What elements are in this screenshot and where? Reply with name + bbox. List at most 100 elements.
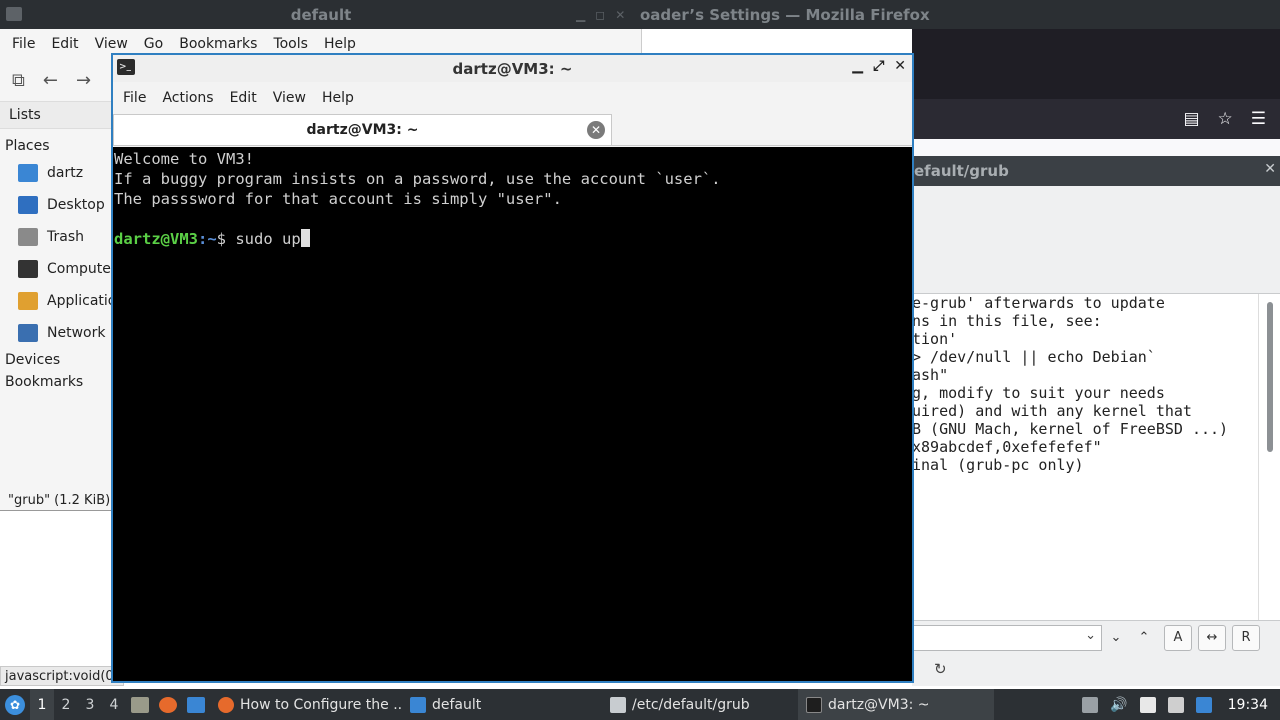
regex-icon[interactable]: R: [1232, 624, 1260, 651]
task-label: /etc/default/grub: [632, 696, 750, 713]
editor-titlebar[interactable]: efault/grub ✕: [912, 156, 1280, 186]
file-manager-titlebar[interactable]: default: [0, 0, 642, 29]
editor-line: inal (grub-pc only): [912, 456, 1084, 474]
new-window-icon[interactable]: ⧉: [12, 70, 25, 91]
system-tray: 🔊 19:34: [1082, 696, 1280, 713]
terminal-window[interactable]: >_ dartz@VM3: ~ ▁ ⤢ ✕ File Actions Edit …: [111, 53, 914, 683]
place-label: Compute: [47, 261, 111, 277]
terminal-icon[interactable]: >_: [117, 59, 135, 75]
trash-icon: [18, 228, 38, 246]
fm-menu-help[interactable]: Help: [316, 36, 364, 52]
minimize-icon[interactable]: ▁: [576, 8, 585, 22]
term-menu-actions[interactable]: Actions: [154, 90, 221, 106]
close-icon[interactable]: ✕: [1264, 161, 1276, 177]
clock[interactable]: 19:34: [1228, 697, 1268, 713]
applications-icon: [18, 292, 38, 310]
reload-icon[interactable]: ↻: [934, 660, 947, 678]
volume-icon[interactable]: 🔊: [1110, 697, 1127, 713]
browser-status-link: javascript:void(0): [0, 666, 124, 686]
close-icon[interactable]: ✕: [894, 58, 906, 74]
minimize-icon[interactable]: ▁: [852, 58, 863, 74]
prompt-path: :~: [198, 230, 217, 248]
term-menu-edit[interactable]: Edit: [222, 90, 265, 106]
reader-view-icon[interactable]: ▤: [1183, 109, 1199, 129]
start-menu-button[interactable]: ✿: [0, 689, 30, 720]
place-label: dartz: [47, 165, 84, 181]
find-next-icon[interactable]: ⌄: [1102, 625, 1130, 651]
workspace-1[interactable]: 1: [30, 689, 54, 720]
terminal-line: Welcome to VM3!: [114, 150, 254, 168]
editor-line: ns in this file, see:: [912, 312, 1102, 330]
firefox-titlebar[interactable]: ▁ ◻ ✕ oader’s Settings — Mozilla Firefox: [576, 0, 1280, 29]
editor-bottom-bar: ↻: [912, 654, 1280, 686]
fm-menu-bookmarks[interactable]: Bookmarks: [171, 36, 265, 52]
find-input[interactable]: ⌄: [912, 624, 1102, 651]
terminal-title: dartz@VM3: ~: [452, 59, 573, 78]
term-menu-help[interactable]: Help: [314, 90, 362, 106]
quicklaunch-files[interactable]: [126, 689, 154, 720]
firefox-title: oader’s Settings — Mozilla Firefox: [640, 5, 930, 24]
place-label: Trash: [47, 229, 84, 245]
editor-line: x89abcdef,0xefefefef": [912, 438, 1102, 456]
app-menu-icon: ✿: [5, 694, 25, 715]
fm-menu-tools[interactable]: Tools: [265, 36, 316, 52]
file-manager-icon: [131, 696, 149, 713]
hamburger-menu-icon[interactable]: ☰: [1251, 109, 1266, 129]
task-file-manager[interactable]: default: [402, 689, 602, 720]
place-label: Network: [47, 325, 106, 341]
quicklaunch-firefox[interactable]: [154, 689, 182, 720]
fm-menu-view[interactable]: View: [87, 36, 136, 52]
place-label: Applicatio: [47, 293, 117, 309]
terminal-icon: [806, 696, 822, 713]
eject-icon[interactable]: [1082, 696, 1099, 713]
task-label: How to Configure the ...: [240, 696, 402, 713]
terminal-titlebar[interactable]: >_ dartz@VM3: ~ ▁ ⤢ ✕: [113, 55, 912, 82]
firefox-tabstrip: [912, 29, 1280, 99]
term-menu-file[interactable]: File: [115, 90, 154, 106]
terminal-tab[interactable]: dartz@VM3: ~ ✕: [113, 114, 612, 145]
workspace-4[interactable]: 4: [102, 689, 126, 720]
find-previous-icon[interactable]: ⌃: [1130, 625, 1158, 651]
whole-word-icon[interactable]: ↔: [1198, 624, 1226, 651]
screen-icon[interactable]: [1167, 696, 1184, 713]
close-icon[interactable]: ✕: [615, 8, 625, 22]
clipboard-icon[interactable]: [1139, 696, 1156, 713]
term-menu-view[interactable]: View: [265, 90, 314, 106]
back-arrow-icon[interactable]: ←: [43, 70, 58, 91]
network-icon: [18, 324, 38, 342]
editor-scrollbar[interactable]: [1258, 294, 1280, 620]
fm-menu-edit[interactable]: Edit: [43, 36, 86, 52]
task-firefox[interactable]: How to Configure the ...: [210, 689, 402, 720]
terminal-tab-label: dartz@VM3: ~: [306, 122, 419, 138]
terminal-tabbar: dartz@VM3: ~ ✕: [113, 114, 912, 146]
maximize-icon[interactable]: ◻: [595, 8, 605, 22]
close-tab-icon[interactable]: ✕: [587, 121, 605, 139]
firefox-navbar: ▤ ☆ ☰: [912, 99, 1280, 139]
scrollbar-thumb[interactable]: [1267, 302, 1273, 452]
network-status-icon[interactable]: [1195, 696, 1212, 713]
editor-line: B (GNU Mach, kernel of FreeBSD ...): [912, 420, 1229, 438]
file-manager-title: default: [290, 5, 352, 24]
firefox-window-controls: ▁ ◻ ✕: [576, 8, 636, 22]
maximize-icon[interactable]: ⤢: [873, 58, 884, 74]
task-terminal[interactable]: dartz@VM3: ~: [798, 689, 994, 720]
workspace-3[interactable]: 3: [78, 689, 102, 720]
fm-menu-file[interactable]: File: [4, 36, 43, 52]
terminal-output[interactable]: Welcome to VM3! If a buggy program insist…: [113, 147, 912, 681]
editor-text-area[interactable]: e-grub' afterwards to update ns in this f…: [912, 294, 1258, 620]
firefox-icon: [159, 696, 177, 713]
forward-arrow-icon[interactable]: →: [76, 70, 91, 91]
show-desktop-icon: [187, 696, 205, 713]
terminal-window-controls: ▁ ⤢ ✕: [852, 58, 906, 74]
prompt-symbol: $: [216, 230, 236, 248]
terminal-prompt-line: dartz@VM3:~$ sudo up: [114, 229, 912, 249]
quicklaunch-desktop[interactable]: [182, 689, 210, 720]
chevron-down-icon[interactable]: ⌄: [1085, 628, 1096, 643]
window-menu-icon[interactable]: [6, 7, 22, 21]
task-text-editor[interactable]: /etc/default/grub: [602, 689, 798, 720]
fm-menu-go[interactable]: Go: [136, 36, 171, 52]
match-case-icon[interactable]: A: [1164, 624, 1192, 651]
workspace-2[interactable]: 2: [54, 689, 78, 720]
bookmark-star-icon[interactable]: ☆: [1218, 109, 1233, 129]
